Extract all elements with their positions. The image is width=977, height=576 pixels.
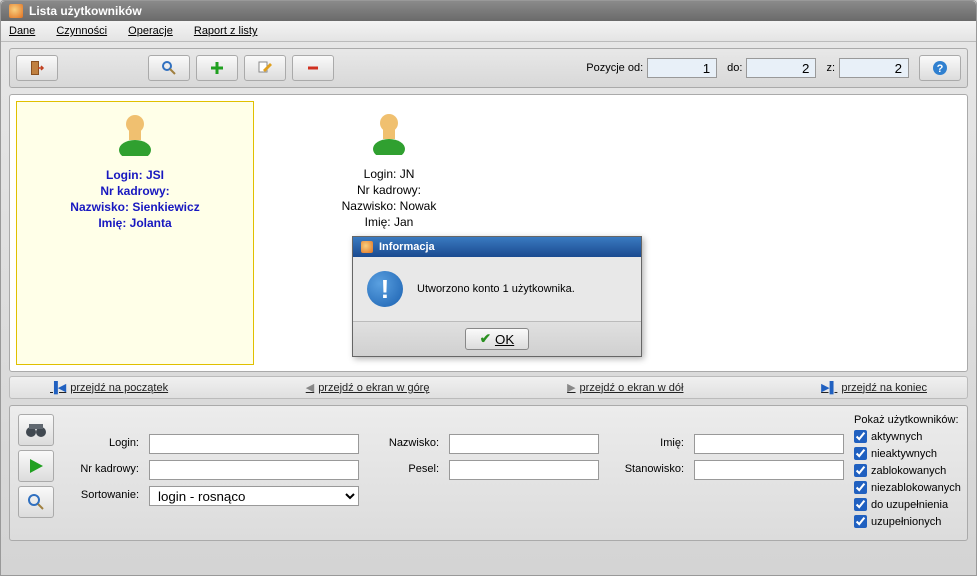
menubar: Dane Czynności Operacje Raport z listy [1,21,976,42]
pencil-icon [257,60,273,76]
pos-od-input[interactable] [647,58,717,78]
login-label: Login: [64,434,139,454]
dialog-message: Utworzono konto 1 użytkownika. [417,283,575,295]
nav-down[interactable]: ▶przejdź o ekran w dół [567,381,683,394]
pos-od-label: Pozycje od: [586,62,643,74]
next-icon: ▶ [567,381,575,394]
help-icon: ? [932,60,948,76]
exit-button[interactable] [16,55,58,81]
ok-button[interactable]: ✔ OK [465,328,529,350]
pesel-input[interactable] [449,460,599,480]
stanowisko-label: Stanowisko: [609,460,684,480]
first-icon: ▐◀ [50,381,66,394]
imie-label: Imię: [609,434,684,454]
binoculars-icon [25,422,47,438]
user-list: Login: JSI Nr kadrowy: Nazwisko: Sienkie… [9,94,968,372]
remove-button[interactable] [292,55,334,81]
pos-z-input[interactable] [839,58,909,78]
show-header: Pokaż użytkowników: [854,414,961,426]
nav-first[interactable]: ▐◀przejdź na początek [50,381,168,394]
prev-icon: ◀ [306,381,314,394]
dialog-title: Informacja [379,241,435,253]
check-nieaktywnych[interactable]: nieaktywnych [854,447,961,460]
svg-text:?: ? [937,63,944,75]
user-card[interactable]: Login: JSI Nr kadrowy: Nazwisko: Sienkie… [16,101,254,365]
check-niezablokowanych[interactable]: niezablokowanych [854,481,961,494]
menu-operacje[interactable]: Operacje [128,25,173,37]
nav-up[interactable]: ◀przejdź o ekran w górę [306,381,430,394]
pos-do-input[interactable] [746,58,816,78]
search-icon [27,493,45,511]
app-icon [9,4,23,18]
nazwisko-label: Nazwisko: [369,434,439,454]
dialog-titlebar[interactable]: Informacja [353,237,641,257]
pos-do-label: do: [727,62,742,74]
login-input[interactable] [149,434,359,454]
add-button[interactable] [196,55,238,81]
user-avatar-icon [115,112,155,156]
last-icon: ▶▌ [821,381,837,394]
search-icon [161,60,177,76]
minus-icon [305,60,321,76]
titlebar[interactable]: Lista użytkowników [1,1,976,21]
sort-select[interactable]: login - rosnąco [149,486,359,506]
user-avatar-icon [369,111,409,155]
plus-icon [209,60,225,76]
search-button[interactable] [148,55,190,81]
play-icon [27,457,45,475]
nr-input[interactable] [149,460,359,480]
app-icon [361,241,373,253]
check-aktywnych[interactable]: aktywnych [854,430,961,443]
check-do-uzupelnienia[interactable]: do uzupełnienia [854,498,961,511]
window-title: Lista użytkowników [29,4,142,18]
pesel-label: Pesel: [369,460,439,480]
pos-z-label: z: [826,62,835,74]
check-uzupelnionych[interactable]: uzupełnionych [854,515,961,528]
imie-input[interactable] [694,434,844,454]
nr-label: Nr kadrowy: [64,460,139,480]
edit-button[interactable] [244,55,286,81]
binoculars-button[interactable] [18,414,54,446]
show-filters: Pokaż użytkowników: aktywnych nieaktywny… [854,414,961,532]
nav-last[interactable]: ▶▌przejdź na koniec [821,381,927,394]
check-icon: ✔ [480,331,491,347]
toolbar: Pozycje od: do: z: ? [9,48,968,88]
door-icon [29,60,45,76]
nav-bar: ▐◀przejdź na początek ◀przejdź o ekran w… [9,376,968,399]
help-button[interactable]: ? [919,55,961,81]
menu-raport[interactable]: Raport z listy [194,25,258,37]
info-dialog: Informacja ! Utworzono konto 1 użytkowni… [352,236,642,357]
sort-label: Sortowanie: [64,486,139,506]
stanowisko-input[interactable] [694,460,844,480]
main-window: Lista użytkowników Dane Czynności Operac… [0,0,977,576]
filter-panel: Login: Nazwisko: Imię: Nr kadrowy: Pesel… [9,405,968,541]
menu-czynnosci[interactable]: Czynności [56,25,107,37]
nazwisko-input[interactable] [449,434,599,454]
menu-dane[interactable]: Dane [9,25,35,37]
check-zablokowanych[interactable]: zablokowanych [854,464,961,477]
info-icon: ! [367,271,403,307]
find-button[interactable] [18,486,54,518]
run-button[interactable] [18,450,54,482]
